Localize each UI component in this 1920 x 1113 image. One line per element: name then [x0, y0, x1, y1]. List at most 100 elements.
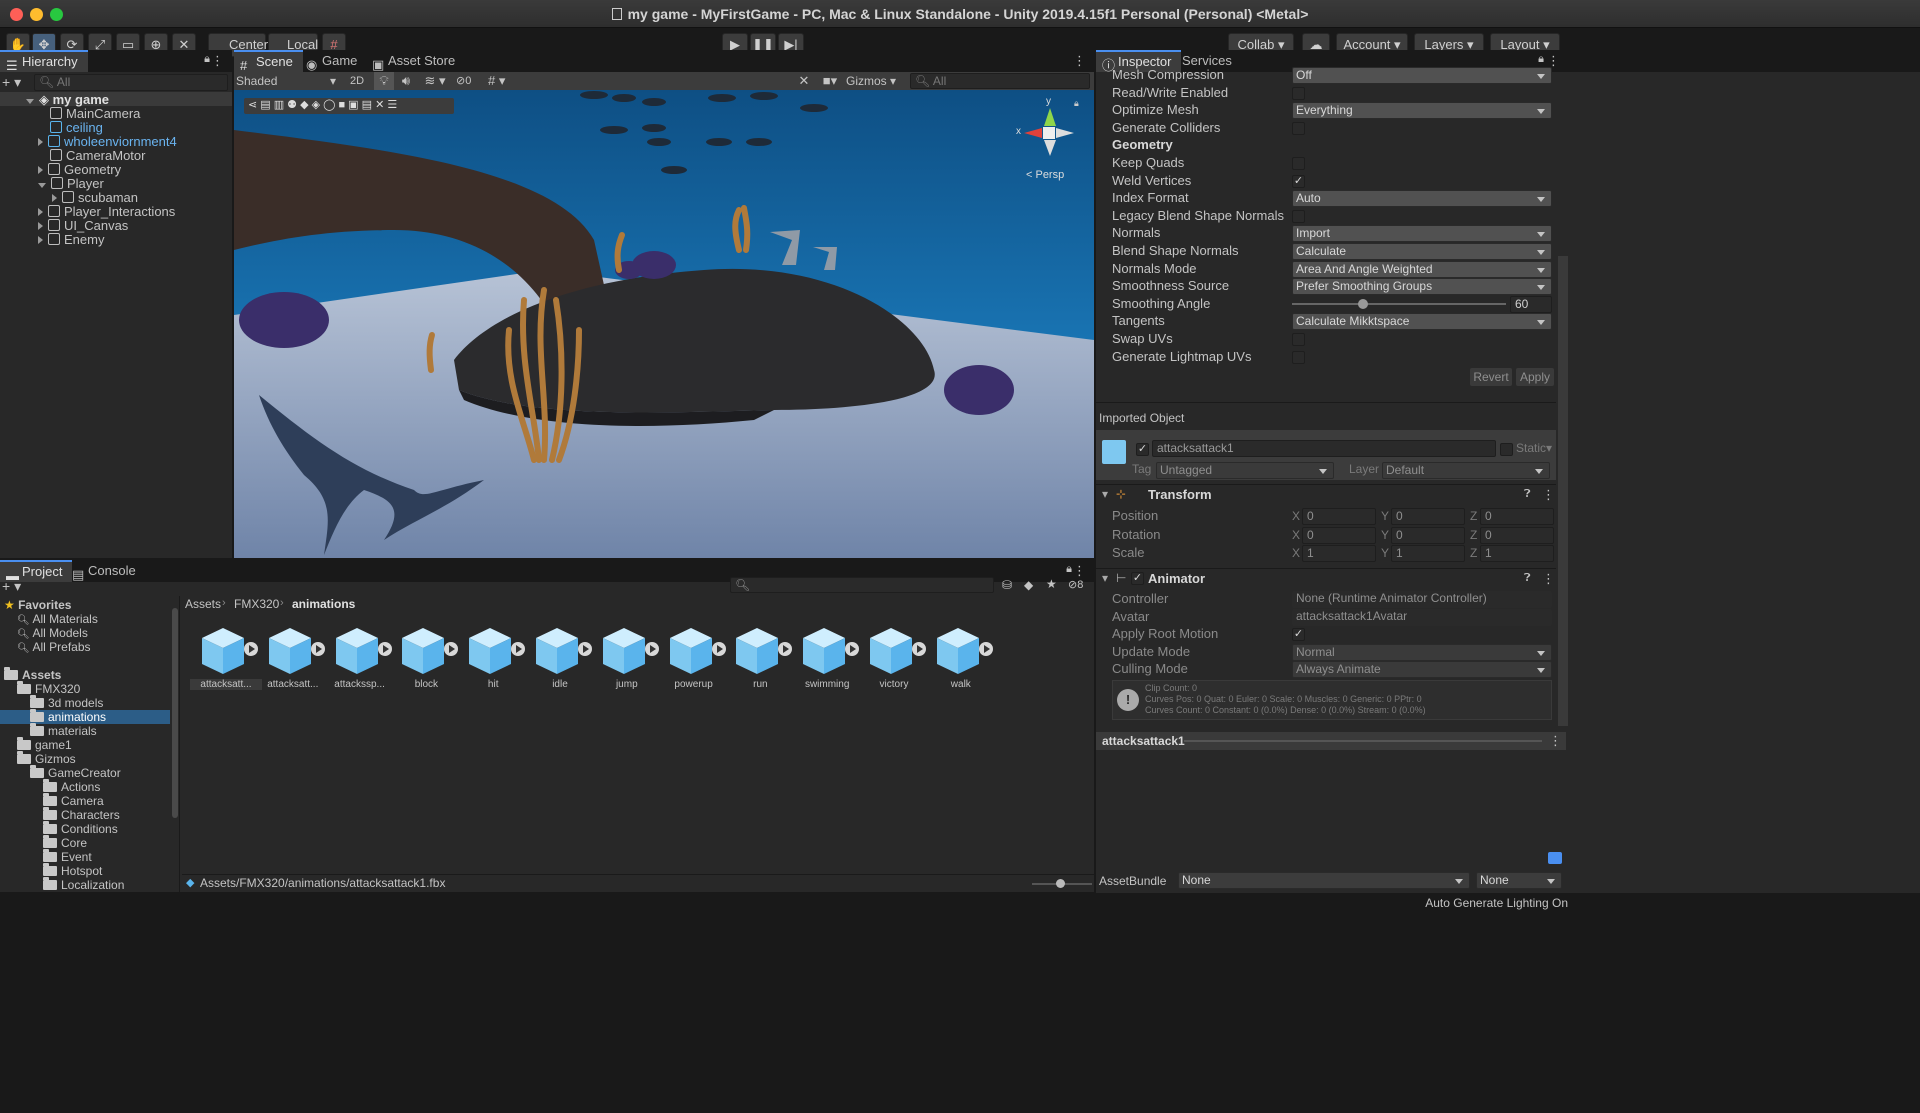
- help-icon[interactable]: ❓︎: [1524, 572, 1531, 585]
- animator-dropdown[interactable]: Normal: [1292, 644, 1552, 661]
- setting-dropdown[interactable]: Import: [1292, 225, 1552, 242]
- preview-header[interactable]: attacksattack1 ⋮: [1096, 732, 1566, 750]
- tag-dropdown[interactable]: Untagged: [1156, 462, 1334, 479]
- tools-toggle[interactable]: ✕: [794, 72, 814, 90]
- create-button[interactable]: + ▾: [2, 74, 21, 91]
- transform-pos-field[interactable]: 0: [1391, 508, 1465, 525]
- hierarchy-item[interactable]: Enemy: [38, 231, 104, 249]
- play-preview-icon[interactable]: [778, 642, 793, 656]
- tree-item[interactable]: 🔍︎ All Prefabs: [0, 640, 170, 654]
- hidden-objects-toggle[interactable]: ⊘0: [456, 72, 486, 90]
- apply-root-motion-checkbox[interactable]: ✓: [1292, 628, 1305, 641]
- layer-dropdown[interactable]: Default: [1382, 462, 1550, 479]
- preview-menu-icon[interactable]: ⋮: [1549, 733, 1562, 749]
- setting-dropdown[interactable]: Prefer Smoothing Groups: [1292, 278, 1552, 295]
- setting-checkbox[interactable]: [1292, 333, 1305, 346]
- asset-item[interactable]: run: [728, 622, 793, 696]
- filter-by-type-icon[interactable]: ⛁: [1002, 578, 1012, 592]
- preview-splitter[interactable]: [1184, 740, 1542, 742]
- static-checkbox[interactable]: [1500, 443, 1513, 456]
- tree-item[interactable]: Camera: [0, 793, 170, 808]
- tree-item[interactable]: Event: [0, 849, 170, 864]
- tab-scene[interactable]: # Scene: [234, 50, 303, 73]
- project-search-input[interactable]: 🔍︎: [730, 577, 994, 593]
- audio-toggle[interactable]: 🔊︎: [396, 72, 416, 90]
- tree-item[interactable]: 🔍︎ All Models: [0, 626, 170, 640]
- lock-icon[interactable]: 🔒︎: [1066, 563, 1072, 576]
- component-menu-icon[interactable]: ⋮: [1542, 487, 1555, 503]
- tab-console[interactable]: ▤ Console: [66, 560, 146, 582]
- tab-game[interactable]: ◉ Game: [300, 50, 367, 72]
- tree-item[interactable]: Localization: [0, 877, 170, 892]
- setting-dropdown[interactable]: Calculate: [1292, 243, 1552, 260]
- asset-item[interactable]: victory: [862, 622, 926, 696]
- collapse-arrow-icon[interactable]: ▾: [1102, 487, 1108, 501]
- static-dropdown[interactable]: Static▾: [1516, 441, 1552, 455]
- zoom-window-button[interactable]: [50, 8, 63, 21]
- label-tag-icon[interactable]: [1548, 852, 1562, 864]
- animator-dropdown[interactable]: Always Animate: [1292, 661, 1552, 678]
- collapse-arrow-icon[interactable]: ▾: [1102, 571, 1108, 585]
- camera-dropdown[interactable]: ■▾: [816, 72, 844, 90]
- breadcrumb-animations[interactable]: animations: [292, 597, 355, 611]
- animator-enabled-checkbox[interactable]: ✓: [1131, 572, 1144, 585]
- play-preview-icon[interactable]: [711, 642, 726, 656]
- effects-dropdown[interactable]: ≋ ▾: [420, 72, 450, 90]
- gizmo-neg-y-arrow[interactable]: [1044, 140, 1056, 156]
- tree-item[interactable]: ★ Favorites: [0, 598, 170, 612]
- scene-search-input[interactable]: 🔍︎ All: [910, 73, 1090, 89]
- scene-viewport[interactable]: ⋖ ▤ ▥ ⚉ ◆ ◈ ◯ ■ ▣ ▤ ✕ ☰ y x 🔒︎ < Persp: [234, 90, 1094, 558]
- tree-scrollbar[interactable]: [172, 608, 178, 818]
- tree-item[interactable]: animations: [0, 709, 170, 724]
- play-preview-icon[interactable]: [444, 642, 459, 656]
- tree-item[interactable]: FMX320: [0, 681, 170, 696]
- more-menu-icon[interactable]: ⋮: [1073, 53, 1086, 69]
- icon-size-slider-handle[interactable]: [1056, 879, 1065, 888]
- play-preview-icon[interactable]: [978, 642, 993, 656]
- filter-by-label-icon[interactable]: ◆: [1024, 578, 1033, 592]
- tree-item[interactable]: 🔍︎ All Materials: [0, 612, 170, 626]
- asset-item[interactable]: powerup: [662, 622, 726, 696]
- tree-item[interactable]: Gizmos: [0, 751, 170, 766]
- play-preview-icon[interactable]: [244, 642, 258, 656]
- tree-item[interactable]: Hotspot: [0, 863, 170, 878]
- tree-item[interactable]: Actions: [0, 779, 170, 794]
- minimize-window-button[interactable]: [30, 8, 43, 21]
- gizmo-neg-x-arrow[interactable]: [1056, 128, 1074, 138]
- asset-item[interactable]: idle: [528, 622, 592, 696]
- tab-asset-store[interactable]: ▣ Asset Store: [366, 50, 465, 72]
- asset-item[interactable]: walk: [929, 622, 993, 696]
- setting-checkbox[interactable]: [1292, 122, 1305, 135]
- more-menu-icon[interactable]: ⋮: [1073, 563, 1086, 579]
- smoothing-angle-slider[interactable]: [1292, 303, 1506, 305]
- setting-checkbox[interactable]: ✓: [1292, 175, 1305, 188]
- 2d-toggle[interactable]: 2D: [346, 72, 368, 90]
- transform-scl-field[interactable]: 1: [1480, 545, 1554, 562]
- hierarchy-search-input[interactable]: 🔍︎ All: [34, 74, 228, 91]
- transform-scl-field[interactable]: 1: [1391, 545, 1465, 562]
- play-preview-icon[interactable]: [644, 642, 659, 656]
- tab-hierarchy[interactable]: ☰ Hierarchy: [0, 50, 88, 73]
- lock-icon[interactable]: 🔒︎: [204, 53, 210, 66]
- tree-item[interactable]: Core: [0, 835, 170, 850]
- setting-checkbox[interactable]: [1292, 210, 1305, 223]
- breadcrumb-fmx320[interactable]: FMX320: [234, 597, 279, 611]
- setting-dropdown[interactable]: Everything: [1292, 102, 1552, 119]
- more-menu-icon[interactable]: ⋮: [211, 53, 224, 69]
- asset-item[interactable]: swimming: [795, 622, 860, 696]
- create-button[interactable]: + ▾: [2, 578, 21, 595]
- asset-item[interactable]: attacksatt...: [190, 622, 262, 696]
- transform-rot-field[interactable]: 0: [1480, 527, 1554, 544]
- gizmo-center-cube[interactable]: [1043, 127, 1055, 139]
- play-preview-icon[interactable]: [578, 642, 592, 656]
- active-checkbox[interactable]: ✓: [1136, 443, 1149, 456]
- setting-dropdown[interactable]: Off: [1292, 67, 1552, 84]
- assetbundle-variant-dropdown[interactable]: None: [1476, 872, 1562, 889]
- transform-scl-field[interactable]: 1: [1302, 545, 1376, 562]
- favorite-star-icon[interactable]: ★: [1046, 577, 1057, 591]
- setting-dropdown[interactable]: Auto: [1292, 190, 1552, 207]
- projection-toggle[interactable]: < Persp: [1026, 169, 1064, 181]
- setting-checkbox[interactable]: [1292, 87, 1305, 100]
- grid-dropdown[interactable]: # ▾: [488, 72, 518, 90]
- help-icon[interactable]: ❓︎: [1524, 488, 1531, 501]
